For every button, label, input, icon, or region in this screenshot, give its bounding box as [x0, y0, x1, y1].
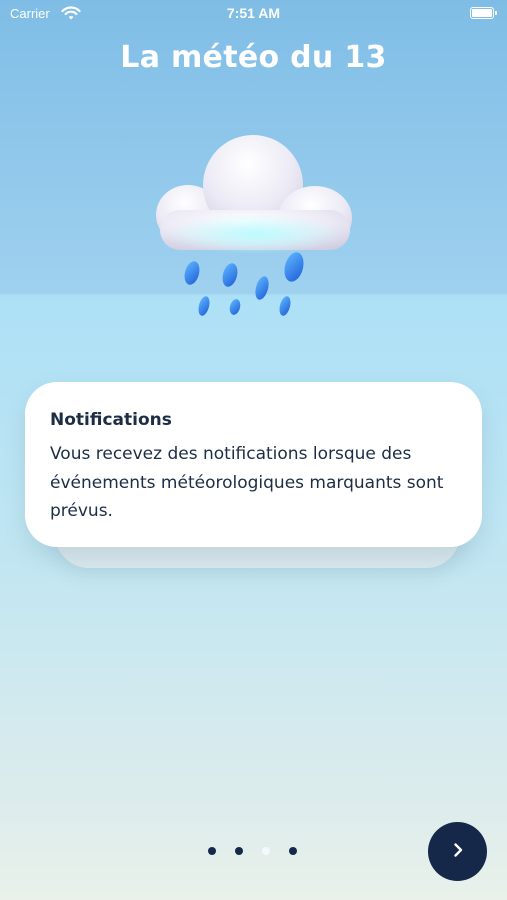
page-title: La météo du 13: [120, 40, 387, 75]
chevron-right-icon: [450, 842, 466, 862]
pagination-dot[interactable]: [235, 847, 243, 855]
pagination-dot[interactable]: [262, 847, 270, 855]
battery-icon: [470, 7, 497, 19]
pagination-dot[interactable]: [208, 847, 216, 855]
next-button[interactable]: [428, 822, 487, 881]
pagination-dot[interactable]: [289, 847, 297, 855]
rain-cloud-icon: [150, 130, 360, 330]
card-body: Vous recevez des notifications lorsque d…: [50, 444, 444, 521]
status-time: 7:51 AM: [226, 5, 281, 21]
status-bar: Carrier 7:51 AM: [0, 0, 507, 28]
card-title: Notifications: [50, 410, 172, 430]
info-card: Notifications Vous recevez des notificat…: [25, 382, 482, 547]
